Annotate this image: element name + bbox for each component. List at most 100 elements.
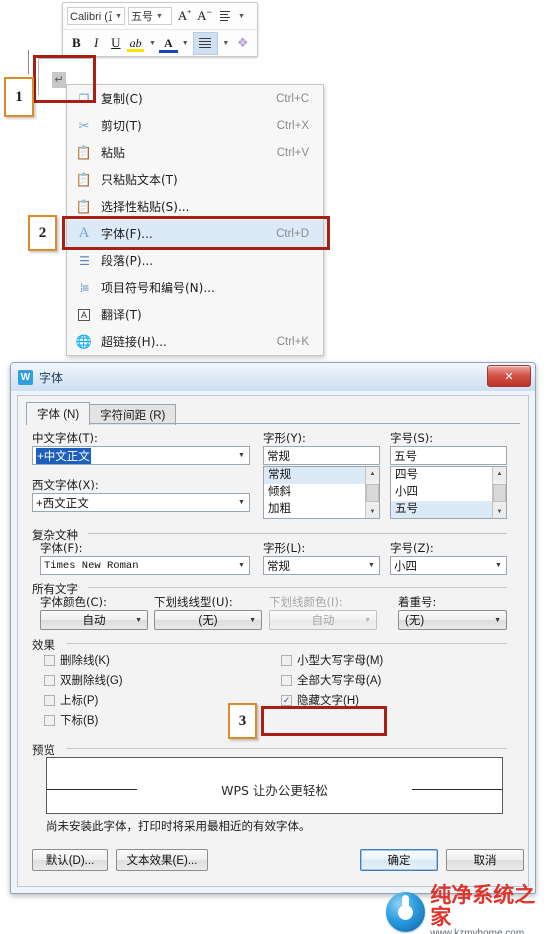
list-item[interactable]: 五号 [391, 501, 506, 518]
font-color-value: 自动 [82, 615, 106, 627]
menu-item-translate[interactable]: A 翻译(T) [67, 301, 323, 328]
menu-item-label: 翻译(T) [101, 308, 142, 322]
size-input[interactable]: 五号 [390, 446, 507, 465]
chevron-down-icon[interactable]: ▼ [222, 40, 229, 47]
scroll-up-icon[interactable]: ▲ [366, 467, 379, 480]
decrease-font-size-icon[interactable]: A − [195, 7, 214, 26]
dialog-title-bar[interactable]: W 字体 ✕ [11, 363, 535, 391]
checkbox-box[interactable] [44, 714, 55, 726]
chevron-down-icon[interactable]: ▼ [149, 40, 156, 47]
menu-item-paste[interactable]: 📋 粘贴 Ctrl+V [67, 139, 323, 166]
text-cursor [28, 50, 29, 74]
font-color-dropdown[interactable]: 自动 ▼ [40, 610, 148, 630]
chevron-down-icon[interactable]: ▼ [234, 557, 249, 574]
cancel-button[interactable]: 取消 [446, 849, 524, 871]
checkbox-all-caps[interactable]: 全部大写字母(A) [281, 672, 381, 688]
dialog-title: 字体 [39, 370, 64, 385]
chevron-down-icon[interactable]: ▼ [491, 557, 506, 574]
list-item[interactable]: 小四 [391, 484, 506, 501]
bold-button[interactable]: B [67, 34, 86, 53]
checkbox-small-caps[interactable]: 小型大写字母(M) [281, 652, 383, 668]
chevron-down-icon[interactable]: ▼ [234, 494, 249, 511]
translate-icon: A [73, 305, 95, 325]
menu-item-shortcut: Ctrl+C [276, 92, 309, 105]
chevron-down-icon[interactable]: ▼ [238, 13, 245, 20]
chevron-down-icon: ▼ [364, 616, 371, 624]
text-effects-button[interactable]: 文本效果(E)... [116, 849, 208, 871]
checkbox-box[interactable] [281, 654, 292, 666]
checkbox-strikethrough[interactable]: 删除线(K) [44, 652, 110, 668]
menu-item-copy[interactable]: ❐ 复制(C) Ctrl+C [67, 85, 323, 112]
menu-item-font[interactable]: A 字体(F)... Ctrl+D [67, 220, 323, 247]
checkbox-box[interactable] [44, 694, 55, 706]
ok-button[interactable]: 确定 [360, 849, 438, 871]
menu-item-paragraph[interactable]: ☰ 段落(P)... [67, 247, 323, 274]
format-painter-icon[interactable]: ❖ [233, 34, 252, 53]
checkbox-box[interactable] [44, 654, 55, 666]
size-scrollbar[interactable]: ▲ ▼ [492, 467, 506, 518]
tab-character-spacing[interactable]: 字符间距 (R) [89, 404, 177, 425]
font-color-icon[interactable]: A [158, 34, 178, 53]
checkbox-hidden-text[interactable]: ✓ 隐藏文字(H) [281, 692, 359, 708]
checkbox-box[interactable] [281, 674, 292, 686]
menu-item-cut[interactable]: ✂ 剪切(T) Ctrl+X [67, 112, 323, 139]
complex-size-combo[interactable]: 小四 ▼ [390, 556, 507, 575]
checkbox-box[interactable] [44, 674, 55, 686]
scroll-down-icon[interactable]: ▼ [366, 505, 379, 518]
menu-item-paste-text-only[interactable]: 📋 只粘贴文本(T) [67, 166, 323, 193]
preview-note: 尚未安装此字体，打印时将采用最相近的有效字体。 [46, 821, 311, 833]
line-spacing-icon[interactable] [215, 7, 234, 26]
chevron-down-icon[interactable]: ▼ [182, 40, 189, 47]
increase-font-size-icon[interactable]: A + [175, 7, 194, 26]
chevron-down-icon[interactable]: ▼ [249, 617, 256, 624]
list-item[interactable]: 常规 [264, 467, 379, 484]
underline-button[interactable]: U [107, 34, 126, 53]
chevron-down-icon[interactable]: ▼ [494, 617, 501, 624]
font-name-combo[interactable]: Calibri (正 ▼ [67, 7, 125, 25]
default-button[interactable]: 默认(D)... [32, 849, 108, 871]
checkbox-double-strikethrough[interactable]: 双删除线(G) [44, 672, 123, 688]
scroll-up-icon[interactable]: ▲ [493, 467, 506, 480]
scroll-down-icon[interactable]: ▼ [493, 505, 506, 518]
style-listbox[interactable]: 常规 倾斜 加粗 ▲ ▼ [263, 466, 380, 519]
list-item[interactable]: 加粗 [264, 501, 379, 518]
complex-style-combo[interactable]: 常规 ▼ [263, 556, 380, 575]
chinese-font-combo[interactable]: +中文正文 ▼ [32, 446, 250, 465]
watermark-text: 纯净系统之家 www.kzmyhome.com [430, 884, 554, 934]
underline-style-dropdown[interactable]: (无) ▼ [154, 610, 262, 630]
list-item[interactable]: 四号 [391, 467, 506, 484]
style-input[interactable]: 常规 [263, 446, 380, 465]
western-font-combo[interactable]: +西文正文 ▼ [32, 493, 250, 512]
menu-item-bullets-numbering[interactable]: ⁞≡ 项目符号和编号(N)... [67, 274, 323, 301]
menu-item-label: 超链接(H)... [101, 335, 167, 349]
italic-button[interactable]: I [87, 34, 106, 53]
chevron-down-icon[interactable]: ▼ [135, 617, 142, 624]
highlight-color-icon[interactable]: ab [126, 34, 145, 53]
list-item[interactable]: 倾斜 [264, 484, 379, 501]
close-icon[interactable]: ✕ [487, 365, 531, 387]
checkbox-label: 上标(P) [60, 695, 99, 707]
menu-item-hyperlink[interactable]: 🌐 超链接(H)... Ctrl+K [67, 328, 323, 355]
style-scrollbar[interactable]: ▲ ▼ [365, 467, 379, 518]
complex-font-value: Times New Roman [44, 559, 139, 572]
menu-item-label: 段落(P)... [101, 254, 154, 268]
chevron-down-icon[interactable]: ▼ [364, 557, 379, 574]
menu-item-label: 粘贴 [101, 146, 126, 160]
chinese-font-label: 中文字体(T): [32, 431, 98, 445]
scroll-thumb[interactable] [493, 483, 506, 502]
checkbox-subscript[interactable]: 下标(B) [44, 712, 98, 728]
tab-label: 字体 (N) [37, 409, 80, 421]
checkbox-superscript[interactable]: 上标(P) [44, 692, 98, 708]
checkbox-box[interactable]: ✓ [281, 694, 292, 706]
dialog-tabs: 字体 (N) 字符间距 (R) [26, 402, 177, 425]
size-listbox[interactable]: 四号 小四 五号 ▲ ▼ [390, 466, 507, 519]
menu-item-paste-special[interactable]: 📋 选择性粘贴(S)... [67, 193, 323, 220]
scroll-thumb[interactable] [366, 483, 379, 502]
menu-item-label: 复制(C) [101, 92, 143, 106]
align-icon[interactable] [192, 31, 219, 55]
complex-font-combo[interactable]: Times New Roman ▼ [40, 556, 250, 575]
chevron-down-icon[interactable]: ▼ [234, 447, 249, 464]
tab-font[interactable]: 字体 (N) [26, 402, 91, 425]
font-size-combo[interactable]: 五号 ▼ [128, 7, 172, 25]
emphasis-mark-dropdown[interactable]: (无) ▼ [398, 610, 507, 630]
